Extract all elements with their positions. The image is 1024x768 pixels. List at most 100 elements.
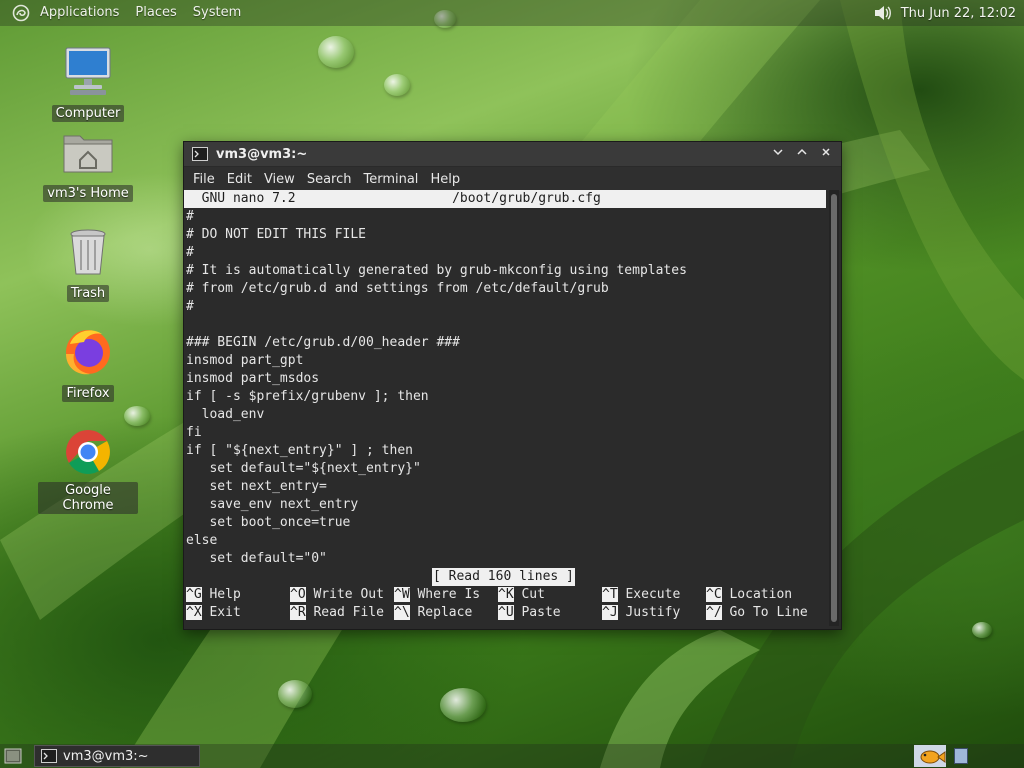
shortcut-label: Where Is [417,587,481,602]
shortcut-label: Write Out [313,587,384,602]
water-drop [278,680,312,708]
status-row: [ Read 160 lines ] [184,568,826,586]
editor-line[interactable]: insmod part_gpt [184,352,826,370]
desktop-icon-label: vm3's Home [43,185,133,202]
editor-line[interactable]: set default="${next_entry}" [184,460,826,478]
editor-line[interactable]: # from /etc/grub.d and settings from /et… [184,280,826,298]
shortcut-exit[interactable]: ^X Exit [186,604,241,622]
desktop-icon-computer[interactable]: Computer [38,44,138,122]
top-panel: Applications Places System Thu Jun 22, 1… [0,0,1024,26]
nano-header: GNU nano 7.2 /boot/grub/grub.cfg [184,190,826,208]
editor-line[interactable]: fi [184,424,826,442]
volume-icon[interactable] [873,4,893,22]
minimize-button[interactable] [769,146,787,162]
shortcut-key: ^J [602,605,618,620]
shortcut-where-is[interactable]: ^W Where Is [394,586,480,604]
editor-line[interactable]: # [184,244,826,262]
terminal-scrollbar[interactable] [829,190,839,626]
shortcut-read-file[interactable]: ^R Read File [290,604,384,622]
shortcut-label: Location [729,587,793,602]
fish-applet-icon[interactable] [914,745,946,767]
clock[interactable]: Thu Jun 22, 12:02 [901,6,1016,21]
editor-line[interactable]: else [184,532,826,550]
shortcut-key: ^C [706,587,722,602]
terminal-content[interactable]: GNU nano 7.2 /boot/grub/grub.cfg # # DO … [184,190,826,628]
shortcut-label: Justify [625,605,681,620]
desktop-icon-chrome[interactable]: Google Chrome [38,424,138,514]
bottom-panel: vm3@vm3:~ [0,744,1024,768]
desktop-icon-label: Firefox [62,385,114,402]
chrome-icon [66,430,110,474]
menu-help[interactable]: Help [424,172,466,187]
editor-line[interactable]: if [ "${next_entry}" ] ; then [184,442,826,460]
shortcut-replace[interactable]: ^\ Replace [394,604,472,622]
editor-line[interactable]: # DO NOT EDIT THIS FILE [184,226,826,244]
bottom-panel-tray [914,744,968,768]
editor-line[interactable]: ### BEGIN /etc/grub.d/00_header ### [184,334,826,352]
home-folder-icon [63,135,113,173]
shortcut-justify[interactable]: ^J Justify [602,604,680,622]
shortcut-label: Paste [521,605,561,620]
editor-line[interactable]: load_env [184,406,826,424]
distro-icon[interactable] [12,4,30,22]
water-drop [972,622,992,638]
editor-line[interactable]: insmod part_msdos [184,370,826,388]
shortcut-label: Exit [209,605,241,620]
window-controls [763,146,835,162]
maximize-button[interactable] [793,146,811,162]
shortcut-key: ^W [394,587,410,602]
shortcut-execute[interactable]: ^T Execute [602,586,680,604]
shortcut-go-to-line[interactable]: ^/ Go To Line [706,604,808,622]
taskbar-item-label: vm3@vm3:~ [63,748,149,764]
editor-line[interactable] [184,316,826,334]
close-button[interactable] [817,146,835,162]
editor-line[interactable]: set default="0" [184,550,826,568]
shortcut-paste[interactable]: ^U Paste [498,604,561,622]
menu-system[interactable]: System [185,0,249,26]
shortcut-key: ^T [602,587,618,602]
menu-search[interactable]: Search [301,172,358,187]
shortcut-label: Go To Line [729,605,808,620]
shortcut-help[interactable]: ^G Help [186,586,241,604]
firefox-icon [66,330,110,375]
shortcut-key: ^G [186,587,202,602]
menu-applications[interactable]: Applications [32,0,127,26]
desktop-icon-firefox[interactable]: Firefox [38,324,138,402]
editor-line[interactable]: # It is automatically generated by grub-… [184,262,826,280]
editor-line[interactable]: set boot_once=true [184,514,826,532]
maximize-icon [797,148,807,155]
shortcut-key: ^X [186,605,202,620]
water-drop [384,74,410,96]
window-title: vm3@vm3:~ [216,146,308,162]
shortcut-cut[interactable]: ^K Cut [498,586,545,604]
menu-view[interactable]: View [258,172,301,187]
menu-terminal[interactable]: Terminal [357,172,424,187]
scrollbar-thumb[interactable] [831,194,837,622]
editor-line[interactable]: if [ -s $prefix/grubenv ]; then [184,388,826,406]
menu-edit[interactable]: Edit [221,172,258,187]
shortcut-key: ^R [290,605,306,620]
shortcut-label: Cut [521,587,545,602]
desktop-icon-home[interactable]: vm3's Home [38,124,138,202]
shortcut-key: ^O [290,587,306,602]
shortcut-label: Help [209,587,241,602]
workspace-switcher[interactable] [954,748,968,764]
editor-line[interactable]: set next_entry= [184,478,826,496]
shortcut-location[interactable]: ^C Location [706,586,792,604]
menu-places[interactable]: Places [127,0,184,26]
menu-file[interactable]: File [187,172,221,187]
editor-line[interactable]: # [184,208,826,226]
desktop-icon-trash[interactable]: Trash [38,224,138,302]
editor-line[interactable]: save_env next_entry [184,496,826,514]
shortcut-write-out[interactable]: ^O Write Out [290,586,384,604]
desktop-icon-label: Computer [51,105,125,122]
shortcut-key: ^U [498,605,514,620]
taskbar-item-terminal[interactable]: vm3@vm3:~ [34,745,200,767]
desktop-icon-label: Google Chrome [38,482,138,514]
shortcut-key: ^\ [394,605,410,620]
show-desktop-icon[interactable] [4,748,22,764]
shortcut-label: Execute [625,587,681,602]
window-titlebar[interactable]: vm3@vm3:~ [184,142,841,167]
editor-line[interactable]: # [184,298,826,316]
shortcut-label: Replace [417,605,473,620]
